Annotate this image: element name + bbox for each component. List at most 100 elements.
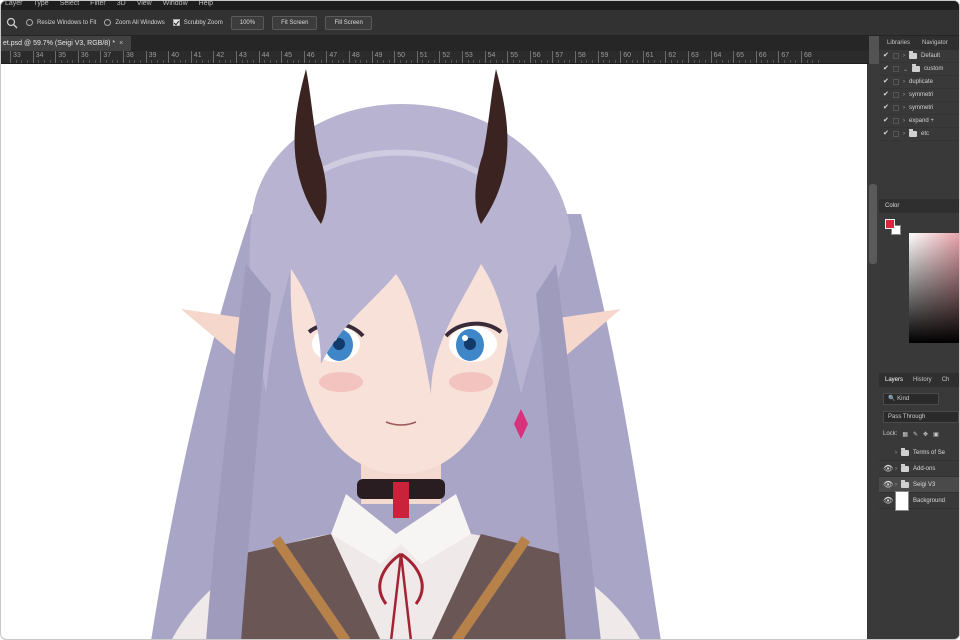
eye-icon[interactable]: 👁 xyxy=(883,480,893,489)
action-label: etc xyxy=(921,131,930,137)
dialog-toggle[interactable] xyxy=(893,92,899,98)
ruler-minor-tick xyxy=(625,60,627,63)
action-list-item[interactable]: ✔ › expand + xyxy=(879,115,959,128)
radio-icon[interactable] xyxy=(26,19,33,26)
menu-layer[interactable]: Layer xyxy=(5,1,23,7)
zoom-100-button[interactable]: 100% xyxy=(230,15,265,30)
checkbox-icon[interactable] xyxy=(172,19,180,26)
chevron-icon[interactable]: › xyxy=(895,482,897,488)
ruler-minor-tick xyxy=(66,60,68,63)
ruler-tick: 46 xyxy=(303,51,315,63)
check-icon[interactable]: ✔ xyxy=(883,52,889,59)
blend-mode-select[interactable]: Pass Through xyxy=(883,411,959,423)
chevron-icon[interactable]: › xyxy=(895,450,897,456)
ruler-minor-tick xyxy=(173,60,175,63)
radio-icon[interactable] xyxy=(104,19,112,26)
horizontal-ruler[interactable]: 33 34 35 36 37 38 39 40 41 42 43 44 45 46 47 48 49 50 51 52… xyxy=(1,51,869,64)
ruler-minor-tick xyxy=(60,60,62,63)
tab-layers[interactable]: Layers xyxy=(885,377,903,383)
chevron-icon[interactable]: ⌄ xyxy=(903,66,908,73)
check-icon[interactable]: ✔ xyxy=(883,104,889,111)
tab-history[interactable]: History xyxy=(913,377,932,383)
lock-paint-icon[interactable]: ✎ xyxy=(913,431,918,438)
ruler-minor-tick xyxy=(365,60,367,63)
eye-icon[interactable]: 👁 xyxy=(883,464,893,473)
ruler-minor-tick xyxy=(162,60,164,63)
ruler-minor-tick xyxy=(428,60,430,63)
layer-row[interactable]: 👁 Background xyxy=(879,490,959,511)
ruler-minor-tick xyxy=(563,60,565,63)
dialog-toggle[interactable] xyxy=(893,79,899,85)
eye-icon[interactable]: 👁 xyxy=(883,496,893,505)
chevron-icon[interactable]: › xyxy=(903,118,905,124)
ruler-minor-tick xyxy=(377,60,379,63)
action-list-item[interactable]: ✔ ⌄ custom xyxy=(879,63,959,76)
lock-artboard-icon[interactable]: ▣ xyxy=(933,431,939,438)
ruler-minor-tick xyxy=(196,60,198,63)
ruler-minor-tick xyxy=(128,60,130,63)
ruler-minor-tick xyxy=(185,60,187,63)
tab-libraries[interactable]: Libraries xyxy=(887,40,910,46)
scrollbar-thumb[interactable] xyxy=(869,184,877,264)
check-icon[interactable]: ✔ xyxy=(883,78,889,85)
zoom-all-option[interactable]: Zoom All Windows xyxy=(104,19,165,26)
document-tab[interactable]: et.psd @ 59.7% (Seigi V3, RGB/8) * × xyxy=(1,36,131,51)
action-list-item[interactable]: ✔ › Default xyxy=(879,50,959,63)
ruler-minor-tick xyxy=(789,60,791,63)
dialog-toggle[interactable] xyxy=(893,118,899,124)
dialog-toggle[interactable] xyxy=(893,53,899,59)
check-icon[interactable]: ✔ xyxy=(883,65,889,72)
chevron-icon[interactable]: › xyxy=(903,79,905,85)
lock-move-icon[interactable]: ✥ xyxy=(923,431,928,438)
ruler-minor-tick xyxy=(94,60,96,63)
action-list-item[interactable]: ✔ › symmetri xyxy=(879,89,959,102)
action-list-item[interactable]: ✔ › symmetri xyxy=(879,102,959,115)
menu-help[interactable]: Help xyxy=(199,1,213,7)
action-list-item[interactable]: ✔ › duplicate xyxy=(879,76,959,89)
layer-row[interactable]: 👁 › Add-ons xyxy=(879,461,959,477)
menu-window[interactable]: Window xyxy=(163,1,188,7)
dialog-toggle[interactable] xyxy=(893,66,899,72)
scrubby-zoom-option[interactable]: Scrubby Zoom xyxy=(172,19,223,26)
ruler-label: 50 xyxy=(397,52,405,59)
menu-view[interactable]: View xyxy=(137,1,152,7)
layer-row[interactable]: 👁 › Seigi V3 xyxy=(879,477,959,493)
menu-select[interactable]: Select xyxy=(60,1,79,7)
menu-type[interactable]: Type xyxy=(34,1,49,7)
tab-navigator[interactable]: Navigator xyxy=(922,40,948,46)
foreground-color-swatch[interactable] xyxy=(885,219,895,229)
menu-3d[interactable]: 3D xyxy=(117,1,126,7)
ruler-minor-tick xyxy=(806,60,808,63)
resize-windows-option[interactable]: Resize Windows to Fit xyxy=(26,19,96,26)
chevron-icon[interactable]: › xyxy=(903,105,905,111)
check-icon[interactable]: ✔ xyxy=(883,117,889,124)
ruler-label: 42 xyxy=(216,52,225,59)
fit-screen-button[interactable]: Fit Screen xyxy=(272,15,318,30)
check-icon[interactable]: ✔ xyxy=(883,130,889,137)
dialog-toggle[interactable] xyxy=(893,105,899,111)
ruler-minor-tick xyxy=(241,60,243,63)
chevron-icon[interactable]: › xyxy=(895,466,897,472)
ruler-tick: 51 xyxy=(416,51,428,63)
vertical-scrollbar[interactable] xyxy=(867,64,879,639)
ruler-label: 48 xyxy=(352,52,360,59)
close-icon[interactable]: × xyxy=(119,40,123,47)
lock-transparent-icon[interactable]: ▦ xyxy=(902,431,908,438)
fill-screen-button[interactable]: Fill Screen xyxy=(325,15,372,30)
zoom-tool-icon[interactable] xyxy=(6,17,18,29)
ruler-minor-tick xyxy=(512,60,514,63)
chevron-icon[interactable]: › xyxy=(903,53,905,59)
menu-filter[interactable]: Filter xyxy=(90,1,106,7)
chevron-icon[interactable]: › xyxy=(903,131,905,137)
check-icon[interactable]: ✔ xyxy=(883,91,889,98)
chevron-icon[interactable]: › xyxy=(903,92,905,98)
kind-filter-select[interactable]: 🔍 Kind xyxy=(883,393,939,405)
tab-channels[interactable]: Ch xyxy=(942,377,950,383)
color-picker-field[interactable] xyxy=(909,233,959,343)
ruler-label: 52 xyxy=(442,52,451,59)
action-list-item[interactable]: ✔ › etc xyxy=(879,128,959,141)
dialog-toggle[interactable] xyxy=(893,131,899,137)
ruler-minor-tick xyxy=(558,60,560,63)
document-canvas[interactable] xyxy=(1,64,867,639)
layer-row[interactable]: › Terms of Se xyxy=(879,445,959,461)
